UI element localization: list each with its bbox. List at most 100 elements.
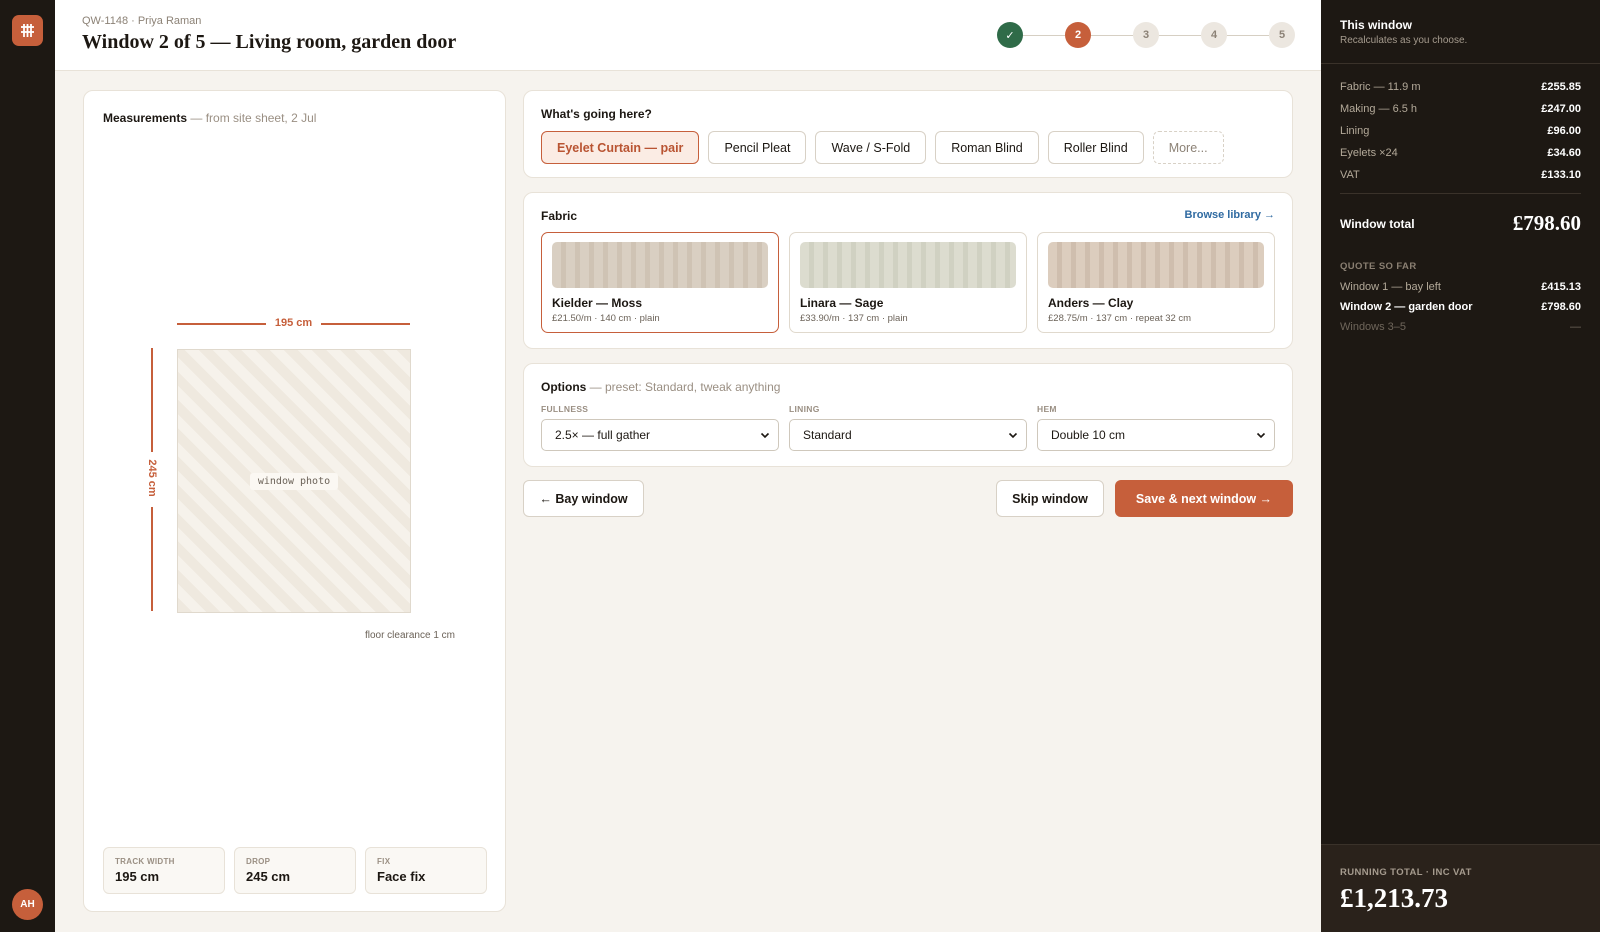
window-photo-placeholder: window photo — [249, 472, 339, 490]
quote-row-value: £798.60 — [1541, 301, 1581, 313]
app-rail: AH — [0, 0, 55, 932]
type-option-pencil-pleat[interactable]: Pencil Pleat — [708, 131, 807, 164]
fabric-name: Linara — Sage — [800, 296, 884, 310]
chevron-down-icon — [760, 432, 770, 439]
measurements-heading: Measurements — from site sheet, 2 Jul — [103, 111, 316, 125]
stat-value: Face fix — [377, 869, 426, 884]
hem-group: HEM Double 10 cm — [1037, 404, 1275, 451]
fabric-meta: £33.90/m · 137 cm · plain — [800, 313, 908, 324]
window-photo[interactable]: window photo — [177, 349, 411, 613]
window-total-value: £798.60 — [1512, 211, 1581, 235]
window-total: Window total £798.60 — [1340, 211, 1581, 236]
type-option-roller-blind[interactable]: Roller Blind — [1047, 131, 1144, 164]
back-bay-window-button[interactable]: ← Bay window — [523, 480, 644, 517]
lining-select[interactable]: Standard — [789, 419, 1027, 451]
quote-row-window-2[interactable]: Window 2 — garden door £798.60 — [1340, 297, 1581, 317]
drop-dimension-label: 245 cm — [146, 459, 158, 497]
summary-subtitle: Recalculates as you choose. — [1340, 35, 1468, 46]
quote-row-label: Window 1 — bay left — [1340, 281, 1441, 293]
fullness-select[interactable]: 2.5× — full gather — [541, 419, 779, 451]
cost-value: £255.85 — [1541, 81, 1581, 93]
floor-clearance-note: floor clearance 1 cm — [364, 630, 455, 641]
summary-divider — [1321, 63, 1600, 64]
hem-label: HEM — [1037, 404, 1057, 414]
quote-so-far-list: Window 1 — bay left £415.13 Window 2 — ga… — [1340, 277, 1581, 337]
step-1-done[interactable]: ✓ — [997, 22, 1023, 48]
stat-value: 245 cm — [246, 869, 291, 884]
quote-row-windows-3-5: Windows 3–5 — — [1340, 317, 1581, 337]
step-4[interactable]: 4 — [1201, 22, 1227, 48]
app-logo-icon[interactable] — [12, 15, 43, 46]
save-next-window-button[interactable]: Save & next window → — [1115, 480, 1293, 517]
type-option-more[interactable]: More... — [1152, 131, 1224, 164]
skip-window-button[interactable]: Skip window — [996, 480, 1104, 517]
summary-divider — [1340, 193, 1581, 194]
fullness-value: 2.5× — full gather — [555, 428, 651, 442]
fabric-sample — [552, 242, 768, 288]
drop-dimension: 245 cm — [141, 348, 163, 611]
drop-dimension-line — [151, 507, 153, 611]
treatment-type-options: Eyelet Curtain — pair Pencil Pleat Wave … — [541, 131, 1224, 164]
quote-row-label: Window 2 — garden door — [1340, 301, 1473, 313]
cost-line-lining: Lining £96.00 — [1340, 120, 1581, 142]
measurement-stats: TRACK WIDTH 195 cm DROP 245 cm FIX Face … — [103, 847, 487, 894]
cost-breakdown: Fabric — 11.9 m £255.85 Making — 6.5 h £24… — [1340, 76, 1581, 186]
step-indicator: ✓ 2 3 4 5 — [997, 22, 1295, 48]
options-subtitle: — preset: Standard, tweak anything — [589, 380, 781, 394]
lining-value: Standard — [803, 428, 852, 442]
quote-row-value: £415.13 — [1541, 281, 1581, 293]
chevron-down-icon — [1008, 432, 1018, 439]
lining-group: LINING Standard — [789, 404, 1027, 451]
type-option-wave-sfold[interactable]: Wave / S-Fold — [815, 131, 927, 164]
quote-reference: QW-1148 · Priya Raman — [82, 15, 202, 27]
fabric-name: Kielder — Moss — [552, 296, 643, 310]
measurements-subtitle: — from site sheet, 2 Jul — [190, 111, 317, 125]
cost-line-fabric: Fabric — 11.9 m £255.85 — [1340, 76, 1581, 98]
step-5[interactable]: 5 — [1269, 22, 1295, 48]
cost-label: VAT — [1340, 169, 1360, 181]
step-connector — [1091, 34, 1133, 36]
drop-dimension-line — [151, 348, 153, 452]
width-dimension-line — [321, 323, 410, 325]
options-card: Options — preset: Standard, tweak anythi… — [523, 363, 1293, 467]
stat-key: FIX — [377, 857, 391, 866]
step-connector — [1227, 34, 1269, 36]
chevron-down-icon — [1256, 432, 1266, 439]
browse-library-link[interactable]: Browse library → — [1185, 209, 1275, 221]
fullness-label: FULLNESS — [541, 404, 589, 414]
quote-summary-panel: This window Recalculates as you choose. … — [1321, 0, 1600, 932]
fabric-swatch-kielder-moss[interactable]: Kielder — Moss £21.50/m · 140 cm · plain — [541, 232, 779, 333]
cost-value: £247.00 — [1541, 103, 1581, 115]
step-connector — [1159, 34, 1201, 36]
step-2-current[interactable]: 2 — [1065, 22, 1091, 48]
fabric-meta: £28.75/m · 137 cm · repeat 32 cm — [1048, 313, 1192, 324]
fabric-swatch-anders-clay[interactable]: Anders — Clay £28.75/m · 137 cm · repeat… — [1037, 232, 1275, 333]
quote-row-value: — — [1570, 321, 1581, 333]
user-avatar[interactable]: AH — [12, 889, 43, 920]
cost-label: Making — 6.5 h — [1340, 103, 1418, 115]
options-heading: Options — preset: Standard, tweak anythi… — [541, 380, 780, 394]
cost-line-vat: VAT £133.10 — [1340, 164, 1581, 186]
measurements-title: Measurements — [103, 111, 188, 125]
fabric-swatches: Kielder — Moss £21.50/m · 140 cm · plain… — [541, 232, 1275, 333]
treatment-type-title: What's going here? — [541, 107, 652, 121]
fabric-swatch-linara-sage[interactable]: Linara — Sage £33.90/m · 137 cm · plain — [789, 232, 1027, 333]
type-option-eyelet-curtain[interactable]: Eyelet Curtain — pair — [541, 131, 700, 164]
page-header: QW-1148 · Priya Raman Window 2 of 5 — Li… — [55, 0, 1321, 71]
quote-row-window-1[interactable]: Window 1 — bay left £415.13 — [1340, 277, 1581, 297]
cost-label: Eyelets ×24 — [1340, 147, 1398, 159]
stat-key: TRACK WIDTH — [115, 857, 175, 866]
type-option-roman-blind[interactable]: Roman Blind — [935, 131, 1039, 164]
cost-label: Lining — [1340, 125, 1370, 137]
fabric-sample — [1048, 242, 1264, 288]
running-total: RUNNING TOTAL · INC VAT £1,213.73 — [1321, 844, 1600, 932]
fabric-meta: £21.50/m · 140 cm · plain — [552, 313, 660, 324]
step-3[interactable]: 3 — [1133, 22, 1159, 48]
stat-key: DROP — [246, 857, 271, 866]
options-title: Options — [541, 380, 587, 394]
quote-row-label: Windows 3–5 — [1340, 321, 1407, 333]
cost-line-making: Making — 6.5 h £247.00 — [1340, 98, 1581, 120]
stat-value: 195 cm — [115, 869, 160, 884]
cost-label: Fabric — 11.9 m — [1340, 81, 1421, 93]
hem-select[interactable]: Double 10 cm — [1037, 419, 1275, 451]
